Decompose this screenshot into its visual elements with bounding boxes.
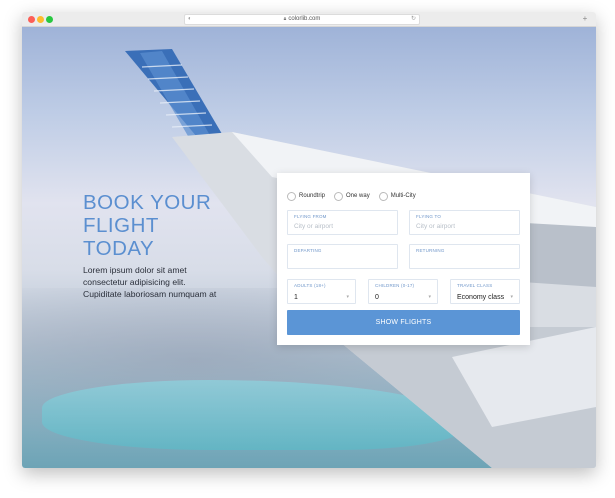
trip-type-options: Roundtrip One way Multi-City (287, 190, 425, 202)
hero-text-line-3: Cupiditate laboriosam numquam at (83, 289, 217, 299)
page-viewport: BOOK YOUR FLIGHT TODAY Lorem ipsum dolor… (22, 27, 596, 468)
radio-one-way-label: One way (346, 193, 370, 199)
show-flights-button[interactable]: SHOW FLIGHTS (287, 310, 520, 335)
flying-to-placeholder: City or airport (416, 223, 456, 230)
address-text: colorlib.com (288, 16, 321, 22)
address-bar[interactable]: ◐ 🔒︎ colorlib.com ↻ (184, 14, 420, 25)
shield-icon: ◐ (188, 16, 192, 22)
flying-from-field[interactable]: FLYING FROM City or airport (287, 210, 398, 235)
hero-title-line-2: FLIGHT (83, 214, 159, 237)
chevron-down-icon: ▾ (510, 294, 513, 300)
departing-label: DEPARTING (294, 248, 322, 253)
travel-class-value: Economy class (457, 294, 505, 301)
chevron-down-icon: ▾ (428, 294, 431, 300)
radio-one-way[interactable]: One way (334, 191, 370, 201)
adults-value: 1 (294, 294, 298, 301)
children-select[interactable]: CHILDREN (0-17) 0 ▾ (368, 279, 438, 304)
maximize-window-button[interactable] (46, 16, 53, 23)
departing-date-field[interactable]: DEPARTING (287, 244, 398, 269)
browser-toolbar: ◐ 🔒︎ colorlib.com ↻ + (22, 12, 596, 27)
radio-multi-city-label: Multi-City (390, 193, 416, 199)
children-label: CHILDREN (0-17) (375, 283, 415, 288)
travel-class-select[interactable]: TRAVEL CLASS Economy class ▾ (450, 279, 520, 304)
radio-roundtrip-label: Roundtrip (299, 193, 326, 199)
travel-class-label: TRAVEL CLASS (457, 283, 493, 288)
adults-select[interactable]: ADULTS (18+) 1 ▾ (287, 279, 356, 304)
hero-text-line-1: Lorem ipsum dolor sit amet (83, 265, 187, 275)
flying-to-field[interactable]: FLYING TO City or airport (409, 210, 520, 235)
hero-title-line-1: BOOK YOUR (83, 191, 212, 214)
returning-label: RETURNING (416, 248, 445, 253)
minimize-window-button[interactable] (37, 16, 44, 23)
plus-icon[interactable]: + (580, 15, 590, 24)
hero-description: Lorem ipsum dolor sit amet consectetur a… (83, 264, 263, 300)
returning-date-field[interactable]: RETURNING (409, 244, 520, 269)
flying-from-placeholder: City or airport (294, 223, 334, 230)
hero-title-line-3: TODAY (83, 237, 155, 260)
children-value: 0 (375, 294, 379, 301)
adults-label: ADULTS (18+) (294, 283, 326, 288)
radio-multi-city[interactable]: Multi-City (378, 191, 416, 201)
radio-roundtrip[interactable]: Roundtrip (287, 191, 326, 201)
lock-icon: 🔒︎ (283, 16, 287, 22)
flying-to-label: FLYING TO (416, 214, 442, 219)
hero-title: BOOK YOUR FLIGHT TODAY (83, 191, 263, 260)
radio-circle-icon[interactable] (334, 191, 344, 201)
reload-icon[interactable]: ↻ (411, 15, 416, 24)
radio-circle-icon[interactable] (378, 191, 388, 201)
hero-text-line-2: consectetur adipisicing elit. (83, 277, 186, 287)
flight-booking-form: Roundtrip One way Multi-City FLYING FROM… (277, 173, 530, 345)
radio-circle-icon[interactable] (287, 191, 296, 201)
close-window-button[interactable] (28, 16, 35, 23)
chevron-down-icon: ▾ (346, 294, 349, 300)
flying-from-label: FLYING FROM (294, 214, 327, 219)
browser-window: ◐ 🔒︎ colorlib.com ↻ + BOOK YOUR FLIGHT T… (22, 12, 596, 468)
